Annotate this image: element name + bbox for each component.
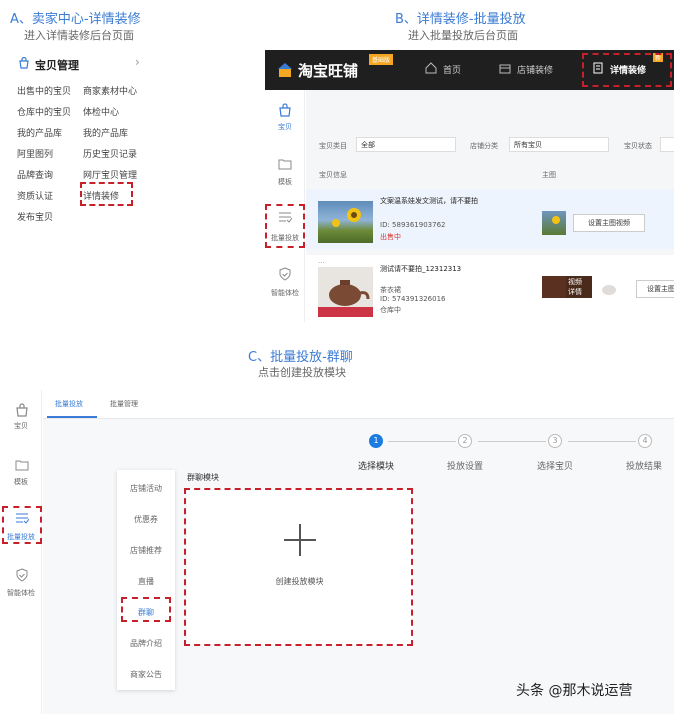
tab-batch-management[interactable]: 批量管理 [110, 399, 138, 409]
highlight-box-group-chat [121, 597, 171, 622]
shield-check-icon [278, 267, 292, 281]
shopping-bag-icon [18, 57, 30, 69]
nav-home[interactable]: 首页 [443, 63, 461, 76]
menu-item[interactable]: 阿里图列 [17, 147, 53, 160]
sidebar-item-smart-check[interactable]: 智能体检 [0, 588, 42, 598]
product-title[interactable]: 测试请不要拍_12312313 [380, 264, 461, 274]
menu-item[interactable]: 体检中心 [83, 105, 119, 118]
menu-item-brand-intro[interactable]: 品牌介绍 [118, 638, 174, 649]
step-indicator: 4 [638, 434, 652, 448]
menu-item-coupon[interactable]: 优惠券 [118, 514, 174, 525]
panel-a-subtitle: 进入详情装修后台页面 [24, 29, 134, 42]
module-section-title: 群聊模块 [187, 473, 219, 482]
panel-a-title: A、卖家中心-详情装修 [10, 12, 141, 27]
folder-icon [15, 459, 29, 471]
table-row[interactable]: ... 测试请不要拍_12312313 茶衣裙 ID: 574391326016… [306, 255, 674, 322]
shop-category-select[interactable]: 所有宝贝 [509, 137, 609, 152]
column-header-product-info: 宝贝信息 [319, 171, 347, 179]
home-icon [425, 62, 437, 74]
menu-header-baby-management[interactable]: 宝贝管理 [35, 57, 79, 73]
step-connector [568, 441, 636, 442]
product-id: ID: 574391326016 [380, 295, 446, 303]
set-main-image-button[interactable]: 设置主图 [636, 280, 674, 298]
product-id: ID: 589361903762 [380, 221, 446, 229]
panel-c-subtitle: 点击创建投放模块 [258, 366, 346, 379]
highlight-box-create-module [184, 488, 413, 646]
chevron-right-icon: › [135, 55, 140, 69]
step-label: 投放设置 [447, 462, 484, 472]
shield-check-icon [15, 568, 29, 582]
step-indicator: 2 [458, 434, 472, 448]
menu-item[interactable]: 历史宝贝记录 [83, 147, 137, 160]
store-icon [499, 62, 511, 74]
panel-b-title: B、详情装修-批量投放 [395, 12, 526, 27]
step-connector [388, 441, 456, 442]
plus-icon[interactable] [278, 518, 322, 562]
app-logo-text: 淘宝旺铺 [298, 62, 359, 80]
step-label: 投放结果 [626, 462, 663, 472]
panel-c-title: C、批量投放-群聊 [248, 350, 353, 365]
category-select[interactable]: 全部 [356, 137, 456, 152]
column-header-main-image: 主图 [542, 171, 556, 179]
more-dots: ... [318, 257, 325, 265]
filter-category-label: 宝贝类目 [319, 142, 347, 150]
menu-item[interactable]: 资质认证 [17, 189, 53, 202]
teapot-thumbnail [598, 279, 620, 297]
menu-item-store-recommend[interactable]: 店铺推荐 [118, 545, 174, 556]
step-label: 选择宝贝 [537, 462, 574, 472]
menu-item[interactable]: 网厅宝贝管理 [83, 168, 137, 181]
panel-b-subtitle: 进入批量投放后台页面 [408, 29, 518, 42]
shop-logo-icon [277, 62, 293, 78]
filter-shop-category-label: 店铺分类 [470, 142, 498, 150]
bag-icon [278, 103, 292, 117]
product-thumbnail [318, 267, 373, 317]
main-image-thumbnail [542, 211, 566, 235]
sidebar-item-template[interactable]: 模板 [0, 477, 42, 487]
main-image-thumbnail [542, 276, 566, 298]
sidebar-item-baby[interactable]: 宝贝 [0, 421, 42, 431]
menu-item-store-activity[interactable]: 店铺活动 [118, 483, 174, 494]
table-row[interactable]: 文案温系娃发文测试，请不要拍 ID: 589361903762 出售中 设置主图… [306, 189, 674, 249]
product-status: 出售中 [380, 233, 401, 241]
menu-item[interactable]: 出售中的宝贝 [17, 84, 71, 97]
sidebar-item-baby[interactable]: 宝贝 [265, 122, 305, 132]
video-detail-badge[interactable]: 视频 详情 [566, 276, 592, 298]
step-label: 选择模块 [358, 462, 395, 472]
step-indicator: 3 [548, 434, 562, 448]
folder-icon [278, 158, 292, 170]
menu-item[interactable]: 品牌查询 [17, 168, 53, 181]
version-badge: 基础版 [369, 54, 394, 65]
panel-c-sidebar [0, 390, 42, 714]
product-title[interactable]: 文案温系娃发文测试，请不要拍 [380, 196, 478, 206]
highlight-box-detail-decoration [80, 182, 133, 206]
sidebar-item-smart-check[interactable]: 智能体检 [265, 288, 305, 298]
filter-status-label: 宝贝状态 [624, 142, 652, 150]
set-main-video-button[interactable]: 设置主图视频 [573, 214, 645, 232]
menu-item[interactable]: 我的产品库 [17, 126, 62, 139]
highlight-box-batch-delivery [265, 204, 305, 248]
panel-b-main: 宝贝类目 全部 店铺分类 所有宝贝 宝贝状态 宝贝信息 主图 文案温系娃发文测试… [306, 90, 674, 322]
menu-item[interactable]: 我的产品库 [83, 126, 128, 139]
highlight-box-detail-decoration-nav [582, 53, 672, 87]
menu-item-store-notice[interactable]: 商家公告 [118, 669, 174, 680]
menu-item[interactable]: 商家素材中心 [83, 84, 137, 97]
product-status: 仓库中 [380, 306, 401, 314]
menu-item-live[interactable]: 直播 [118, 576, 174, 587]
status-select[interactable] [660, 137, 674, 152]
highlight-box-batch-delivery [2, 506, 42, 544]
nav-store-decoration[interactable]: 店铺装修 [517, 63, 553, 76]
sidebar-item-template[interactable]: 模板 [265, 177, 305, 187]
watermark: 头条 @那木说运营 [516, 683, 633, 699]
step-connector [478, 441, 546, 442]
step-indicator: 1 [369, 434, 383, 448]
menu-item[interactable]: 仓库中的宝贝 [17, 105, 71, 118]
product-shop: 茶衣裙 [380, 286, 401, 294]
bag-icon [15, 403, 29, 417]
product-thumbnail [318, 201, 373, 243]
create-module-label[interactable]: 创建投放模块 [187, 576, 412, 587]
menu-item[interactable]: 发布宝贝 [17, 210, 53, 223]
tab-batch-delivery[interactable]: 批量投放 [55, 399, 83, 409]
